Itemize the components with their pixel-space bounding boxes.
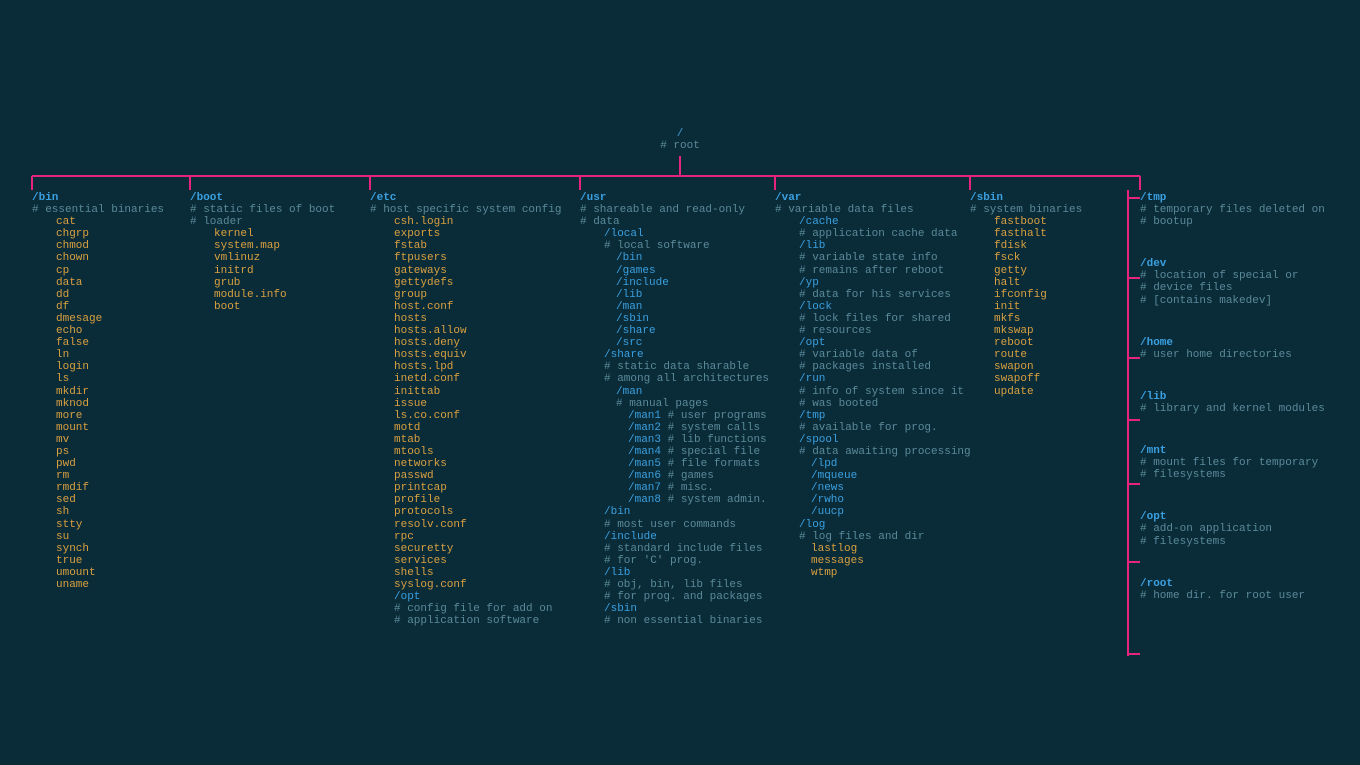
col-etc: /etc # host specific system config csh.l… [370, 192, 580, 632]
dir-boot: /boot [190, 192, 364, 204]
col-usr: /usr # shareable and read-only# data /lo… [580, 192, 775, 632]
col-boot: /boot # static files of boot# loader ker… [190, 192, 370, 632]
dir-usr: /usr [580, 192, 769, 204]
root-node: / # root [0, 128, 1360, 152]
dir-sbin: /sbin [970, 192, 1134, 204]
dir-etc: /etc [370, 192, 574, 204]
col-right: /tmp# temporary files deleted on# bootup… [1140, 192, 1338, 632]
col-bin: /bin # essential binaries catchgrpchmodc… [32, 192, 190, 632]
dir-bin: /bin [32, 192, 184, 204]
col-sbin: /sbin # system binaries fastbootfasthalt… [970, 192, 1140, 632]
dir-var: /var [775, 192, 964, 204]
col-var: /var # variable data files /cache# appli… [775, 192, 970, 632]
